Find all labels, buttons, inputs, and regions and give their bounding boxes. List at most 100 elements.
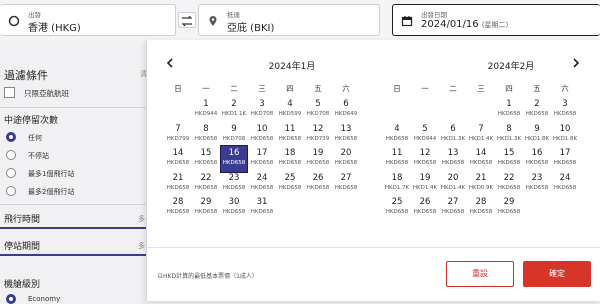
calendar-day[interactable]: 14 HKD658: [468, 146, 494, 172]
calendar-day[interactable]: 22 HKD658: [496, 171, 522, 197]
calendar-day[interactable]: 30 HKD658: [221, 195, 247, 221]
calendar-day[interactable]: 2 HKD658: [524, 97, 550, 123]
calendar-day[interactable]: 27 HKD658: [440, 195, 466, 221]
day-price: HKD658: [385, 135, 409, 142]
calendar-day[interactable]: 9 HKD708: [221, 122, 247, 148]
day-price: HKD658: [525, 111, 549, 117]
stops-radio-nonstop[interactable]: [6, 150, 16, 160]
day-price: HKD658: [194, 135, 218, 142]
calendar-day[interactable]: 31 HKD658: [249, 195, 275, 221]
weekday-header: 日: [174, 84, 182, 93]
weekday-header: 日: [393, 84, 401, 93]
swap-button[interactable]: [178, 12, 196, 28]
calendar-day[interactable]: 20 HKD1.4K: [440, 171, 466, 197]
calendar-day[interactable]: 22 HKD658: [193, 171, 219, 197]
calendar-day[interactable]: 4 HKD658: [384, 122, 410, 148]
calendar-day[interactable]: 23 HKD658: [221, 171, 247, 197]
calendar-day[interactable]: 29 HKD658: [496, 195, 522, 221]
divider: [0, 204, 150, 205]
day-number: 20: [340, 148, 352, 158]
prev-month-icon[interactable]: [165, 58, 175, 68]
calendar-day[interactable]: 28 HKD658: [468, 195, 494, 221]
stops-label-max2: 最多2個飛行站: [28, 188, 75, 196]
calendar-day[interactable]: 24 HKD658: [552, 171, 578, 197]
calendar-day[interactable]: 8 HKD1.3K: [496, 122, 522, 148]
calendar-day[interactable]: 19 HKD1.4K: [412, 171, 438, 197]
flight-time-more[interactable]: 多: [138, 214, 145, 224]
day-price: HKD658: [222, 209, 246, 215]
origin-field[interactable]: 出發 香港 (HKG): [0, 4, 176, 36]
calendar-day[interactable]: 29 HKD658: [193, 195, 219, 221]
day-number: 24: [559, 172, 571, 183]
calendar-day[interactable]: 28 HKD658: [165, 195, 191, 221]
reset-button[interactable]: 重設: [446, 261, 514, 287]
date-field[interactable]: 出發日期 2024/01/16 (星期二): [392, 4, 600, 36]
calendar-day[interactable]: 3 HKD708: [249, 97, 275, 123]
calendar-day[interactable]: 16 HKD658: [524, 146, 550, 172]
day-price: HKD658: [250, 160, 274, 166]
calendar-day[interactable]: 1 HKD944: [193, 97, 219, 123]
destination-field[interactable]: 抵達 亞庇 (BKI): [198, 4, 380, 36]
calendar-day[interactable]: 11 HKD658: [277, 122, 303, 148]
stops-radio-max2[interactable]: [6, 186, 16, 196]
calendar-day[interactable]: 13 HKD658: [440, 146, 466, 172]
calendar-day[interactable]: 15 HKD658: [193, 146, 219, 172]
calendar-day[interactable]: 26 HKD658: [412, 195, 438, 221]
calendar-day[interactable]: 12 HKD658: [412, 146, 438, 172]
calendar-day[interactable]: 14 HKD658: [165, 146, 191, 172]
day-number: 25: [391, 197, 403, 207]
calendar-day[interactable]: 21 HKD658: [165, 171, 191, 197]
stops-radio-max1[interactable]: [6, 168, 16, 178]
calendar-day-selected[interactable]: 16 HKD658: [220, 145, 248, 173]
calendar-day[interactable]: 27 HKD658: [333, 171, 359, 197]
confirm-button[interactable]: 確定: [523, 261, 591, 287]
calendar-day[interactable]: 18 HKD1.7K: [384, 171, 410, 197]
calendar-day[interactable]: 23 HKD658: [524, 171, 550, 197]
calendar-day[interactable]: 10 HKD658: [249, 122, 275, 148]
day-number: 22: [503, 172, 515, 183]
calendar-day[interactable]: 6 HKD649: [333, 97, 359, 123]
day-price: HKD658: [553, 160, 577, 166]
calendar-day[interactable]: 25 HKD658: [384, 195, 410, 221]
flight-time-heading[interactable]: 飛行時間: [4, 212, 40, 225]
calendar-day[interactable]: 4 HKD599: [277, 97, 303, 123]
calendar-day[interactable]: 12 HKD739: [305, 122, 331, 148]
calendar-day[interactable]: 1 HKD658: [496, 97, 522, 123]
calendar-day[interactable]: 6 HKD1.3K: [440, 122, 466, 148]
cabin-radio-economy[interactable]: [6, 294, 16, 304]
calendar-day[interactable]: 21 HKD0.9K: [468, 171, 494, 197]
calendar-day[interactable]: 17 HKD658: [552, 146, 578, 172]
stops-radio-any[interactable]: [6, 132, 16, 142]
calendar-day[interactable]: 11 HKD658: [384, 146, 410, 172]
calendar-day[interactable]: 18 HKD658: [277, 146, 303, 172]
day-number: 13: [340, 123, 352, 134]
calendar-day[interactable]: 7 HKD799: [165, 122, 191, 148]
day-price: HKD658: [525, 160, 549, 166]
calendar-day[interactable]: 3 HKD658: [552, 97, 578, 123]
next-month-icon[interactable]: [571, 58, 581, 68]
day-number: 21: [172, 172, 184, 183]
airasia-only-checkbox[interactable]: [4, 87, 15, 98]
layover-more[interactable]: 多: [138, 241, 145, 251]
day-price: HKD658: [250, 184, 274, 191]
calendar-day[interactable]: 20 HKD658: [333, 146, 359, 172]
calendar-day[interactable]: 7 HKD1.4K: [468, 122, 494, 148]
day-price: HKD658: [385, 160, 409, 166]
layover-heading[interactable]: 停站期間: [4, 239, 40, 252]
calendar-day[interactable]: 15 HKD658: [496, 146, 522, 172]
calendar-day[interactable]: 9 HKD1.8K: [524, 122, 550, 148]
calendar-day[interactable]: 13 HKD658: [333, 122, 359, 148]
calendar-day[interactable]: 10 HKD1.8K: [552, 122, 578, 148]
calendar-day[interactable]: 19 HKD658: [305, 146, 331, 172]
day-number: 24: [256, 172, 268, 183]
calendar-day[interactable]: 24 HKD658: [249, 171, 275, 197]
day-price: HKD658: [166, 209, 190, 215]
calendar-day[interactable]: 8 HKD658: [193, 122, 219, 148]
calendar-day[interactable]: 5 HKD944: [412, 122, 438, 148]
day-price: HKD658: [553, 111, 577, 117]
calendar-day[interactable]: 17 HKD658: [249, 146, 275, 172]
calendar-day[interactable]: 26 HKD658: [305, 171, 331, 197]
calendar-day[interactable]: 2 HKD1.1K: [221, 97, 247, 123]
calendar-day[interactable]: 25 HKD658: [277, 171, 303, 197]
calendar-day[interactable]: 5 HKD708: [305, 97, 331, 123]
